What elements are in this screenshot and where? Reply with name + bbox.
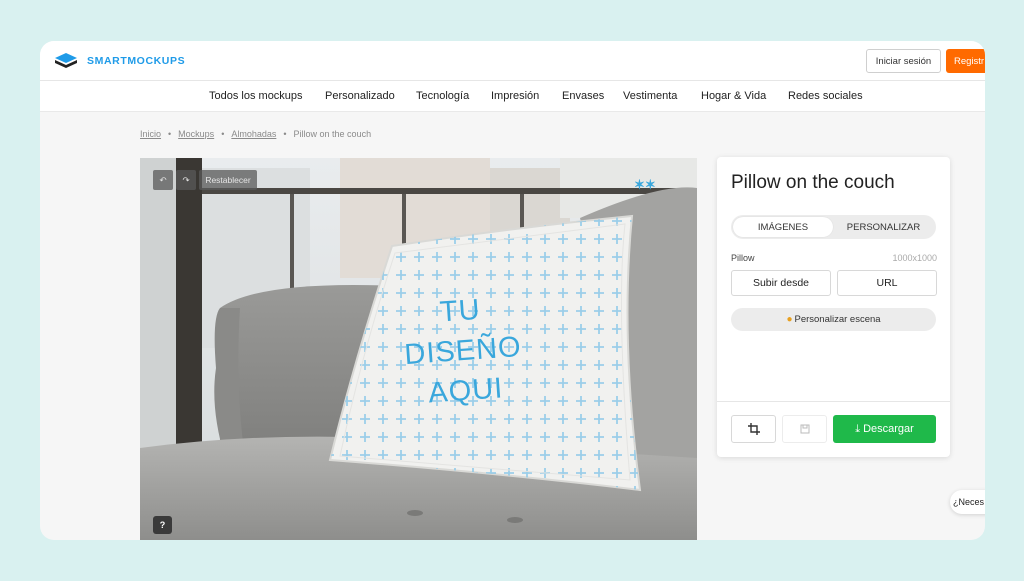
editor-panel: Pillow on the couch IMÁGENES PERSONALIZA…	[717, 157, 950, 457]
breadcrumb-home[interactable]: Inicio	[140, 129, 161, 139]
nav-item-apparel[interactable]: Vestimenta	[623, 90, 677, 102]
nav-item-technology[interactable]: Tecnología	[416, 90, 469, 102]
breadcrumb-mockups[interactable]: Mockups	[178, 129, 214, 139]
redo-icon: ↷	[182, 174, 190, 185]
save-icon	[800, 424, 809, 434]
redo-button[interactable]: ↷	[176, 170, 196, 190]
breadcrumb-current: Pillow on the couch	[293, 129, 372, 139]
help-chat-widget[interactable]: ¿Neces	[950, 490, 985, 514]
breadcrumb: Inicio • Mockups • Almohadas • Pillow on the c…	[140, 129, 371, 139]
layer-size: 1000x1000	[892, 253, 937, 263]
panel-divider	[717, 401, 950, 402]
breadcrumb-separator: •	[283, 129, 287, 139]
upload-from-button[interactable]: Subir desde	[731, 270, 831, 296]
nav-item-print[interactable]: Impresión	[491, 90, 539, 102]
breadcrumb-pillows[interactable]: Almohadas	[231, 129, 276, 139]
login-button[interactable]: Iniciar sesión	[866, 49, 941, 73]
url-button[interactable]: URL	[837, 270, 937, 296]
breadcrumb-separator: •	[168, 129, 172, 139]
brand-name[interactable]: SMARTMOCKUPS	[87, 55, 185, 67]
tab-images[interactable]: IMÁGENES	[733, 217, 833, 237]
breadcrumb-separator: •	[221, 129, 225, 139]
app-window: SMARTMOCKUPS Iniciar sesión Registr Todo…	[40, 41, 985, 540]
save-button[interactable]	[782, 415, 827, 443]
mockup-canvas[interactable]: TU DISEÑO AQUI ✶✶ ↶ ↷ Restablecer ?	[140, 158, 697, 540]
tab-customize[interactable]: PERSONALIZAR	[833, 217, 934, 237]
top-bar: SMARTMOCKUPS Iniciar sesión Registr	[40, 41, 985, 81]
register-button[interactable]: Registr	[946, 49, 985, 73]
download-button[interactable]: ⤓ Descargar	[833, 415, 936, 443]
mockup-title: Pillow on the couch	[731, 172, 895, 193]
customize-scene-label: Personalizar escena	[794, 314, 881, 325]
crop-icon	[747, 423, 760, 435]
pillow-design-text: TU DISEÑO AQUI	[384, 286, 542, 416]
undo-icon: ↶	[159, 174, 167, 185]
decorative-sparkle-icon: ✶✶	[634, 177, 656, 192]
nav-item-home-living[interactable]: Hogar & Vida	[701, 90, 766, 102]
download-label: Descargar	[863, 423, 914, 435]
nav-item-packaging[interactable]: Envases	[562, 90, 604, 102]
nav-item-custom[interactable]: Personalizado	[325, 90, 395, 102]
palette-icon: ●	[786, 314, 793, 325]
crop-button[interactable]	[731, 415, 776, 443]
layer-name: Pillow	[731, 253, 755, 263]
canvas-help-button[interactable]: ?	[153, 516, 172, 534]
undo-button[interactable]: ↶	[153, 170, 173, 190]
reset-button[interactable]: Restablecer	[199, 170, 257, 190]
download-icon: ⤓	[855, 422, 861, 435]
customize-scene-button[interactable]: ● Personalizar escena	[731, 308, 936, 331]
nav-item-all-mockups[interactable]: Todos los mockups	[209, 90, 303, 102]
nav-item-social-media[interactable]: Redes sociales	[788, 90, 863, 102]
category-nav: Todos los mockups Personalizado Tecnolog…	[40, 81, 985, 112]
panel-tabs: IMÁGENES PERSONALIZAR	[731, 215, 936, 239]
smartmockups-logo-icon[interactable]	[55, 53, 77, 69]
